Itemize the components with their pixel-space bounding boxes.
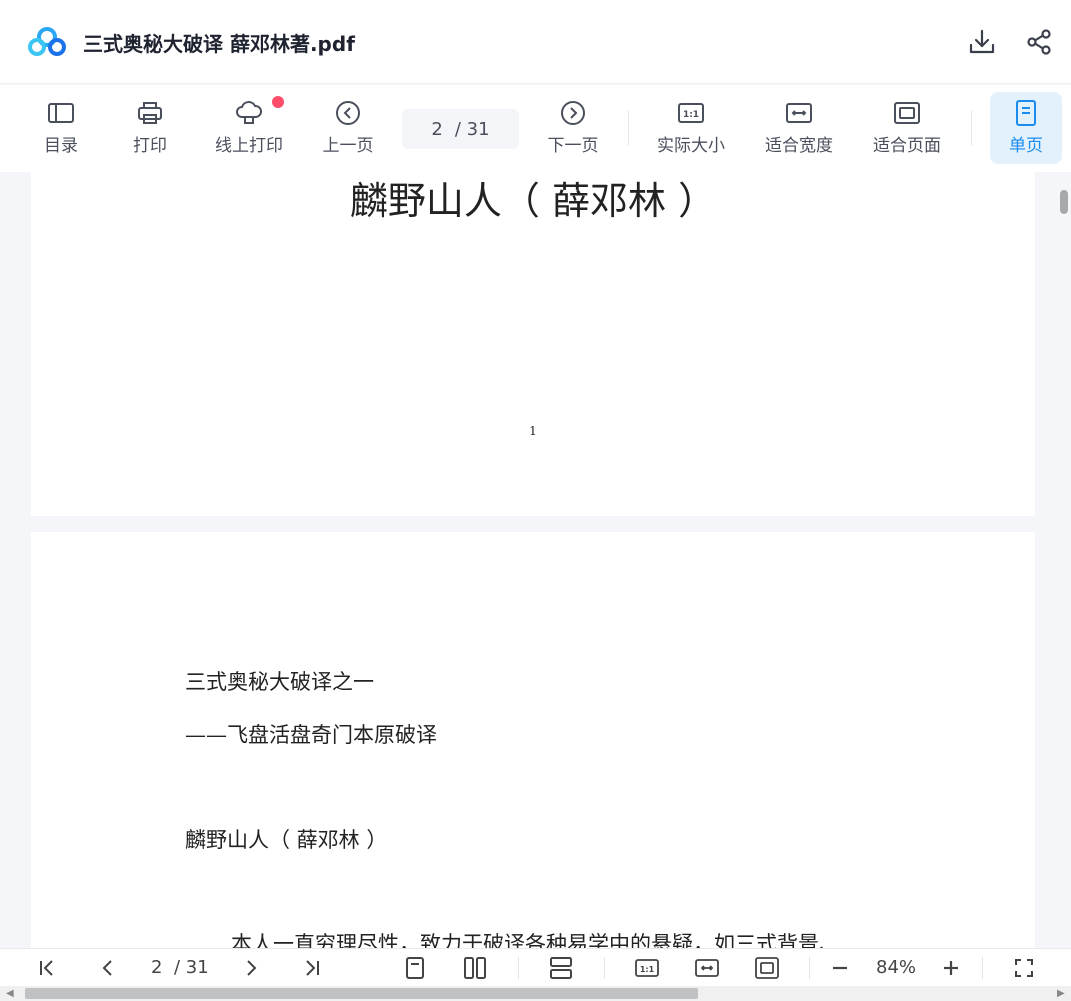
svg-text:1:1: 1:1 [683, 110, 699, 120]
online-print-button[interactable]: 线上打印 [212, 85, 286, 172]
single-page-icon [1012, 99, 1040, 127]
pdf-page: 麟野山人（ 薛邓林 ） 1 [31, 172, 1035, 516]
viewer-toolbar: 目录 打印 线上打印 上一页 2 / 31 下一页 1:1 实际大小 适合宽度 … [0, 85, 1071, 172]
minus-icon[interactable] [827, 955, 853, 981]
next-page-label: 下一页 [547, 136, 599, 156]
document-text-line: ——飞盘活盘奇门本原破译 [185, 723, 437, 747]
actual-size-icon[interactable]: 1:1 [634, 955, 660, 981]
vertical-scrollbar[interactable] [1057, 172, 1071, 948]
plus-icon[interactable] [938, 955, 964, 981]
share-icon[interactable] [1026, 28, 1054, 56]
fit-page-icon [893, 99, 921, 127]
bottom-divider [982, 957, 983, 979]
current-page: 2 [431, 118, 443, 140]
first-page-icon[interactable] [34, 955, 60, 981]
fit-width-icon[interactable] [694, 955, 720, 981]
continuous-scroll-icon[interactable] [548, 955, 574, 981]
toolbar-divider [628, 110, 629, 146]
total-pages: / 31 [454, 118, 490, 140]
bottom-navigation-bar: 2 / 31 1:1 84% [0, 948, 1071, 986]
document-text-line: 三式奥秘大破译之一 [185, 670, 374, 694]
printer-icon [136, 99, 164, 127]
last-page-icon[interactable] [299, 955, 325, 981]
circle-chevron-right-icon [559, 99, 587, 127]
circle-chevron-left-icon [334, 99, 362, 127]
document-viewer[interactable]: 麟野山人（ 薛邓林 ） 1 三式奥秘大破译之一 ——飞盘活盘奇门本原破译 麟野山… [0, 172, 1071, 948]
single-page-label: 单页 [1009, 136, 1043, 156]
bottom-divider [604, 957, 605, 979]
bottom-divider [518, 957, 519, 979]
fullscreen-icon[interactable] [1011, 955, 1037, 981]
fit-page-label: 适合页面 [873, 136, 941, 156]
download-icon[interactable] [968, 28, 996, 56]
bottom-total-pages: / 31 [174, 957, 209, 978]
bottom-divider [809, 957, 810, 979]
prev-page-label: 上一页 [322, 136, 374, 156]
pdf-page: 三式奥秘大破译之一 ——飞盘活盘奇门本原破译 麟野山人（ 薛邓林 ） 本人一直穷… [31, 532, 1035, 948]
sidebar-toc-icon [47, 99, 75, 127]
title-bar: 三式奥秘大破译 薛邓林著.pdf [0, 0, 1071, 84]
document-text-line: 本人一直穷理尽性，致力于破译各种易学中的悬疑，如三式背景、 [231, 932, 840, 948]
chevron-right-icon[interactable] [238, 955, 264, 981]
print-label: 打印 [133, 136, 167, 156]
scroll-right-arrow-icon[interactable]: ▶ [1057, 988, 1065, 999]
page-number-input[interactable]: 2 / 31 [402, 109, 519, 149]
page-number-footer: 1 [529, 424, 537, 438]
zoom-level: 84% [876, 957, 917, 978]
chevron-left-icon[interactable] [95, 955, 121, 981]
baidu-netdisk-logo-icon [28, 26, 66, 58]
fit-width-icon [785, 99, 813, 127]
scrollbar-thumb[interactable] [1060, 190, 1068, 214]
fit-page-button[interactable]: 适合页面 [870, 85, 944, 172]
fit-width-button[interactable]: 适合宽度 [762, 85, 836, 172]
toolbar-divider [971, 110, 972, 146]
toc-button[interactable]: 目录 [40, 85, 82, 172]
cloud-print-icon [235, 99, 263, 127]
double-page-view-icon[interactable] [462, 955, 488, 981]
print-button[interactable]: 打印 [129, 85, 171, 172]
next-page-button[interactable]: 下一页 [545, 85, 601, 172]
bottom-current-page[interactable]: 2 [151, 957, 162, 978]
fit-width-label: 适合宽度 [765, 136, 833, 156]
document-text-line: 麟野山人（ 薛邓林 ） [185, 828, 388, 852]
page-heading: 麟野山人（ 薛邓林 ） [349, 179, 717, 223]
actual-size-label: 实际大小 [657, 136, 725, 156]
prev-page-button[interactable]: 上一页 [320, 85, 376, 172]
toc-label: 目录 [44, 136, 78, 156]
svg-text:1:1: 1:1 [640, 965, 655, 974]
document-title: 三式奥秘大破译 薛邓林著.pdf [83, 32, 355, 56]
online-print-label: 线上打印 [215, 136, 283, 156]
fit-page-icon[interactable] [754, 955, 780, 981]
actual-size-button[interactable]: 1:1 实际大小 [654, 85, 728, 172]
horizontal-scrollbar[interactable]: ◀ ▶ [0, 986, 1071, 1001]
scroll-left-arrow-icon[interactable]: ◀ [6, 988, 14, 999]
single-page-button[interactable]: 单页 [990, 92, 1062, 164]
actual-size-icon: 1:1 [677, 99, 705, 127]
single-page-view-icon[interactable] [402, 955, 428, 981]
scrollbar-thumb[interactable] [25, 988, 698, 999]
notification-dot [272, 96, 284, 108]
